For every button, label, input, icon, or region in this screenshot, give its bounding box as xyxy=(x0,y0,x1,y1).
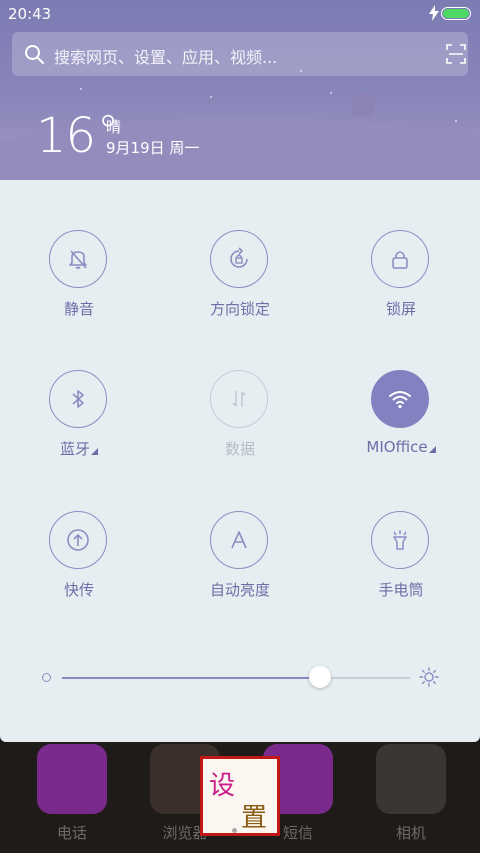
share-upload-icon xyxy=(67,529,89,551)
wifi-button[interactable] xyxy=(371,370,429,428)
rotation-lock-button[interactable] xyxy=(210,230,268,288)
brightness-fill xyxy=(62,677,320,679)
weather-date: 9月19日 周一 xyxy=(106,139,200,157)
bell-off-icon xyxy=(69,250,87,269)
weather-condition: 晴 xyxy=(106,118,122,136)
status-bar: 20:43 xyxy=(0,0,480,28)
charging-icon xyxy=(429,5,439,21)
toggle-label: 数据 xyxy=(224,440,255,458)
toggle-label: 方向锁定 xyxy=(209,300,270,318)
toggle-label: 静音 xyxy=(63,300,94,318)
phone-app-icon[interactable] xyxy=(37,744,107,814)
toggle-label: 蓝牙 xyxy=(19,438,139,459)
mobile-data-button[interactable] xyxy=(210,370,268,428)
star xyxy=(455,120,457,122)
flashlight-button[interactable] xyxy=(371,511,429,569)
battery-icon xyxy=(441,7,471,20)
toggle-label: 手电筒 xyxy=(378,581,424,599)
auto-brightness-button[interactable] xyxy=(210,511,268,569)
mute-button[interactable] xyxy=(49,230,107,288)
brightness-slider[interactable] xyxy=(62,666,410,688)
wallpaper-house xyxy=(350,90,376,116)
auto-brightness-icon xyxy=(231,531,247,549)
toggle-label: 锁屏 xyxy=(385,300,416,318)
toggle-label: 快传 xyxy=(63,581,94,599)
page-dot-active xyxy=(242,828,247,833)
bluetooth-button[interactable] xyxy=(49,370,107,428)
quick-settings-panel: 静音 方向锁定 锁屏 蓝牙 数据 MIOffice 快传 自动亮度 手电筒 xyxy=(0,180,480,742)
quick-share-button[interactable] xyxy=(49,511,107,569)
wifi-network-label: MIOffice xyxy=(366,438,428,456)
settings-char-1: 设 xyxy=(209,771,236,801)
lock-screen-button[interactable] xyxy=(371,230,429,288)
toggle-label: MIOffice xyxy=(341,438,461,456)
search-bar[interactable]: 搜索网页、设置、应用、视频... xyxy=(12,32,468,76)
bluetooth-icon xyxy=(72,390,84,408)
toggle-label: 自动亮度 xyxy=(209,581,270,599)
temperature-value: 16 xyxy=(36,108,96,164)
brightness-max-icon xyxy=(419,667,439,687)
brightness-min-icon xyxy=(42,673,51,682)
search-icon xyxy=(25,45,44,64)
scan-icon[interactable] xyxy=(446,44,466,64)
flashlight-icon xyxy=(393,530,407,550)
camera-app-icon[interactable] xyxy=(376,744,446,814)
data-arrows-icon xyxy=(232,391,246,407)
settings-shortcut-icon[interactable]: 设 置 xyxy=(200,756,280,836)
status-time: 20:43 xyxy=(8,5,52,23)
brightness-handle[interactable] xyxy=(308,666,331,688)
star xyxy=(80,88,82,90)
search-placeholder[interactable]: 搜索网页、设置、应用、视频... xyxy=(54,44,277,68)
bluetooth-label: 蓝牙 xyxy=(59,440,90,458)
lock-icon xyxy=(392,251,408,269)
app-label: 相机 xyxy=(395,824,426,842)
star xyxy=(210,96,212,98)
wifi-icon xyxy=(389,391,411,409)
expand-indicator-icon xyxy=(91,448,98,455)
star xyxy=(330,92,332,94)
expand-indicator-icon xyxy=(428,446,436,453)
app-label: 电话 xyxy=(56,824,87,842)
rotation-lock-icon xyxy=(230,247,248,268)
page-dot xyxy=(232,828,237,833)
